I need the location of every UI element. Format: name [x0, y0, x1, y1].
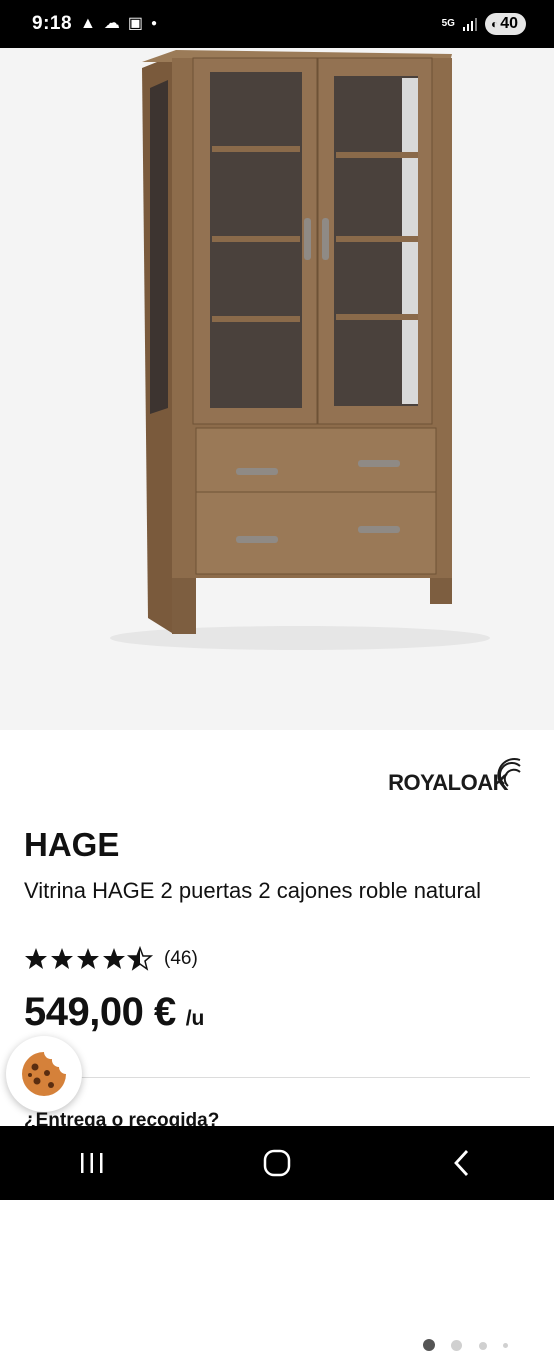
back-icon [453, 1150, 468, 1176]
pagination-dot-1[interactable] [423, 1339, 435, 1351]
pagination-dot-2[interactable] [451, 1340, 462, 1351]
pagination-dot-3[interactable] [479, 1342, 487, 1350]
product-price: 549,00 € /u [24, 990, 204, 1035]
brand-arc-icon [497, 757, 521, 787]
alert-icon: ▲ [80, 15, 96, 32]
system-nav-bar [0, 1126, 554, 1200]
dot-icon: ● [151, 18, 158, 29]
star-rating-icon [25, 947, 152, 970]
network-indicator: 5G [441, 18, 455, 29]
pagination-dot-4[interactable] [503, 1343, 508, 1348]
cookie-settings-button[interactable] [6, 1036, 82, 1112]
status-time: 9:18 [32, 13, 73, 34]
signal-icon [462, 17, 477, 31]
battery-level: 40 [500, 15, 518, 32]
recent-apps-button[interactable] [52, 1133, 132, 1193]
product-description: Vitrina HAGE 2 puertas 2 cajones roble n… [24, 878, 481, 903]
gallery-icon: ▣ [127, 15, 143, 32]
gallery-pagination[interactable] [0, 716, 554, 1351]
brand-logo[interactable]: ROYALOAK [388, 752, 530, 796]
battery-indicator: ◐ 40 [484, 13, 526, 35]
battery-saver-icon: ◐ [490, 17, 499, 31]
home-button[interactable] [237, 1133, 317, 1193]
price-value: 549,00 € [24, 990, 176, 1034]
product-rating[interactable]: (46) [24, 946, 198, 972]
rating-count[interactable]: (46) [164, 948, 198, 970]
vitrina-hage-image [110, 50, 490, 650]
section-divider [24, 1077, 530, 1078]
brand-logo-text: ROYALOAK [388, 770, 508, 795]
product-name: HAGE [24, 826, 120, 863]
status-bar: 9:18 ▲ ☁ ▣ ● 5G ◐ 40 [0, 0, 554, 48]
rating-stars [24, 946, 154, 972]
cookie-icon [22, 1052, 66, 1096]
cloud-icon: ☁ [103, 15, 120, 32]
back-button[interactable] [422, 1133, 502, 1193]
recent-apps-icon [81, 1153, 103, 1173]
price-unit: /u [185, 1007, 205, 1030]
home-icon [263, 1149, 291, 1177]
product-image-gallery[interactable] [0, 48, 554, 1351]
